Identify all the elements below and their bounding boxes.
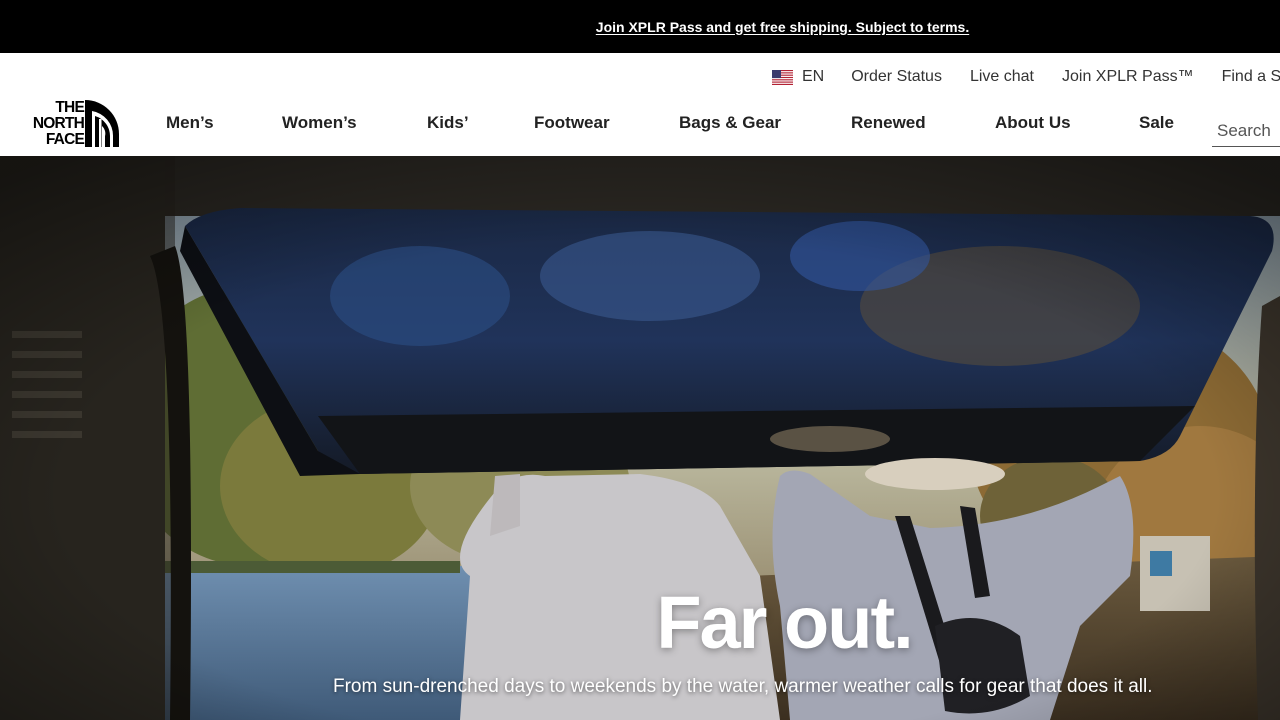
nav-item-bags-gear[interactable]: Bags & Gear bbox=[679, 113, 781, 133]
nav-item-renewed[interactable]: Renewed bbox=[851, 113, 926, 133]
promo-banner: Join XPLR Pass and get free shipping. Su… bbox=[0, 0, 1280, 53]
language-code: EN bbox=[802, 68, 825, 85]
brand-logo[interactable]: THE NORTH FACE bbox=[17, 99, 119, 147]
logo-line: THE bbox=[55, 99, 84, 116]
hero-banner[interactable]: Far out. From sun-drenched days to weeke… bbox=[0, 156, 1280, 720]
promo-link[interactable]: Join XPLR Pass and get free shipping. Su… bbox=[596, 19, 969, 35]
nav-item-footwear[interactable]: Footwear bbox=[534, 113, 610, 133]
language-selector[interactable]: EN bbox=[772, 68, 824, 86]
nav-item-kids[interactable]: Kids’ bbox=[427, 113, 469, 133]
nav-item-about-us[interactable]: About Us bbox=[995, 113, 1071, 133]
nav-item-sale[interactable]: Sale bbox=[1139, 113, 1174, 133]
live-chat-link[interactable]: Live chat bbox=[970, 68, 1034, 86]
hero-subtitle: From sun-drenched days to weekends by th… bbox=[333, 676, 1153, 697]
logo-line: FACE bbox=[45, 131, 85, 148]
utility-nav: EN Order Status Live chat Join XPLR Pass… bbox=[772, 68, 1280, 86]
nav-item-mens[interactable]: Men’s bbox=[166, 113, 214, 133]
nav-item-womens[interactable]: Women’s bbox=[282, 113, 357, 133]
find-a-store-link[interactable]: Find a S bbox=[1222, 68, 1280, 86]
join-xplr-pass-link[interactable]: Join XPLR Pass™ bbox=[1062, 68, 1194, 86]
us-flag-icon bbox=[772, 69, 793, 85]
hero-title: Far out. bbox=[656, 581, 913, 664]
north-face-half-dome-icon bbox=[85, 100, 119, 147]
site-header: EN Order Status Live chat Join XPLR Pass… bbox=[0, 53, 1280, 156]
order-status-link[interactable]: Order Status bbox=[851, 68, 942, 86]
search-input[interactable] bbox=[1212, 105, 1280, 147]
logo-line: NORTH bbox=[32, 115, 85, 132]
